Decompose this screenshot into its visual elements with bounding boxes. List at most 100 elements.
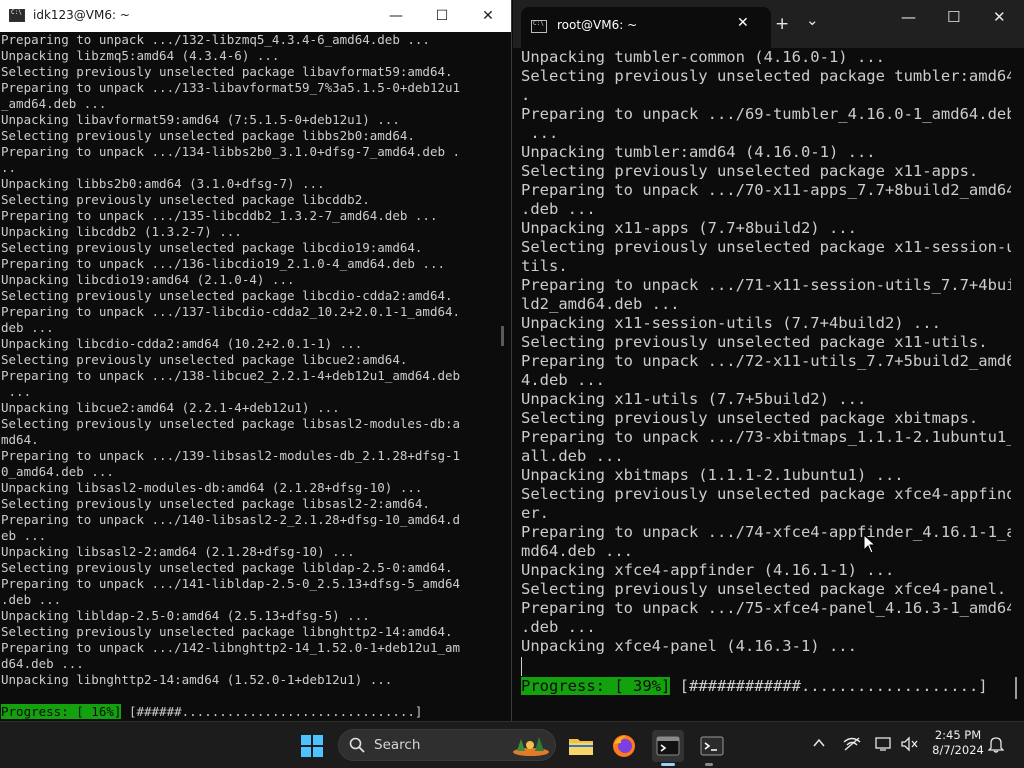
right-console-line: ... bbox=[521, 124, 559, 142]
left-console-line: Unpacking libzmq5:amd64 (4.3.4-6) ... bbox=[1, 48, 280, 63]
right-console-line: ld2_amd64.deb ... bbox=[521, 295, 680, 313]
right-progress-bar: [############...................] bbox=[679, 677, 988, 695]
left-progress-bar: [######...............................] bbox=[128, 704, 423, 719]
taskbar: Search 2:45 PM 8/7/2024 bbox=[0, 721, 1024, 768]
left-console-line: Unpacking libsasl2-modules-db:amd64 (2.1… bbox=[1, 480, 423, 495]
minimize-button[interactable]: — bbox=[373, 0, 419, 32]
close-button[interactable]: ✕ bbox=[993, 8, 1006, 26]
tab-dropdown-chevron-icon[interactable]: ⌄ bbox=[806, 11, 819, 29]
left-console-line: .deb ... bbox=[1, 592, 62, 607]
right-console-line: Preparing to unpack .../73-xbitmaps_1.1.… bbox=[521, 428, 1011, 446]
right-console-line: Preparing to unpack .../74-xfce4-appfind… bbox=[521, 523, 1011, 541]
right-console-line: Selecting previously unselected package … bbox=[521, 485, 1011, 503]
left-progress-line: Progress: [ 16%] [######................… bbox=[1, 704, 422, 720]
right-console-line: Preparing to unpack .../70-x11-apps_7.7+… bbox=[521, 181, 1011, 199]
windows-terminal-window[interactable]: root@VM6: ~ ✕ + ⌄ — ☐ ✕ Unpacking tumble… bbox=[513, 0, 1024, 721]
right-console-line: Unpacking tumbler:amd64 (4.16.0-1) ... bbox=[521, 143, 876, 161]
system-clock[interactable]: 2:45 PM 8/7/2024 bbox=[928, 728, 988, 758]
right-console-line: Preparing to unpack .../72-x11-utils_7.7… bbox=[521, 352, 1011, 370]
right-console-line: Unpacking xbitmaps (1.1.1-2.1ubuntu1) ..… bbox=[521, 466, 904, 484]
left-console-line: Unpacking libnghttp2-14:amd64 (1.52.0-1+… bbox=[1, 672, 393, 687]
minimize-button[interactable]: — bbox=[901, 8, 916, 26]
windows-start-icon[interactable] bbox=[296, 730, 328, 762]
right-console-line: .deb ... bbox=[521, 618, 596, 636]
active-app-indicator bbox=[661, 763, 675, 766]
firefox-icon[interactable] bbox=[608, 730, 640, 762]
terminal-icon[interactable] bbox=[652, 730, 684, 762]
right-console-line: Unpacking x11-utils (7.7+5build2) ... bbox=[521, 390, 867, 408]
left-console-line: Preparing to unpack .../139-libsasl2-mod… bbox=[1, 448, 461, 463]
clock-date: 8/7/2024 bbox=[932, 743, 984, 757]
right-console-line: Unpacking x11-apps (7.7+8build2) ... bbox=[521, 219, 857, 237]
right-console-line: er. bbox=[521, 504, 549, 522]
right-console-line: tils. bbox=[521, 257, 568, 275]
right-console-line: Selecting previously unselected package … bbox=[521, 238, 1011, 256]
search-icon bbox=[349, 737, 365, 753]
left-console-line: 0_amd64.deb ... bbox=[1, 464, 114, 479]
maximize-button[interactable]: ☐ bbox=[947, 8, 960, 26]
left-console-line: Preparing to unpack .../134-libbs2b0_3.1… bbox=[1, 144, 461, 159]
left-console-line: md64. bbox=[1, 432, 39, 447]
right-console-line: 4.deb ... bbox=[521, 371, 605, 389]
display-icon[interactable] bbox=[875, 736, 893, 752]
left-console-line: .. bbox=[1, 160, 17, 175]
terminal-tab-bar[interactable]: root@VM6: ~ ✕ + ⌄ — ☐ ✕ bbox=[513, 0, 1024, 48]
left-console-line: _amd64.deb ... bbox=[1, 96, 107, 111]
left-console-window[interactable]: idk123@VM6: ~ — ☐ ✕ Preparing to unpack … bbox=[0, 0, 512, 721]
network-icon[interactable] bbox=[843, 736, 861, 752]
left-window-titlebar[interactable]: idk123@VM6: ~ — ☐ ✕ bbox=[0, 0, 511, 32]
close-button[interactable]: ✕ bbox=[465, 0, 511, 32]
left-console-line: Selecting previously unselected package … bbox=[1, 496, 430, 511]
left-console-line: d64.deb ... bbox=[1, 656, 84, 671]
right-console-line: Unpacking xfce4-appfinder (4.16.1-1) ... bbox=[521, 561, 895, 579]
left-console-line: Selecting previously unselected package … bbox=[1, 352, 408, 367]
file-explorer-icon[interactable] bbox=[565, 730, 597, 762]
right-console-line: Unpacking x11-session-utils (7.7+4build2… bbox=[521, 314, 941, 332]
left-console-line: Unpacking libcdio-cdda2:amd64 (10.2+2.0.… bbox=[1, 336, 363, 351]
left-console-line: eb ... bbox=[1, 528, 47, 543]
left-console-line: Preparing to unpack .../142-libnghttp2-1… bbox=[1, 640, 461, 655]
new-tab-button[interactable]: + bbox=[775, 14, 789, 34]
left-console-line: Selecting previously unselected package … bbox=[1, 624, 453, 639]
right-console-line: Selecting previously unselected package … bbox=[521, 67, 1011, 85]
tab-close-icon[interactable]: ✕ bbox=[737, 15, 749, 31]
console-app-icon bbox=[9, 9, 25, 22]
left-console-line: Unpacking libcue2:amd64 (2.2.1-4+deb12u1… bbox=[1, 400, 340, 415]
left-console-line: ... bbox=[1, 384, 32, 399]
clock-time: 2:45 PM bbox=[934, 728, 982, 742]
right-progress-line: Progress: [ 39%] [############..........… bbox=[521, 677, 988, 696]
search-placeholder: Search bbox=[374, 737, 421, 753]
right-console-line: md64.deb ... bbox=[521, 542, 633, 560]
notification-bell-icon[interactable] bbox=[988, 735, 1004, 753]
right-scrollbar-thumb[interactable] bbox=[1015, 677, 1017, 699]
taskbar-search-box[interactable]: Search bbox=[338, 729, 556, 761]
left-console-line: Unpacking libldap-2.5-0:amd64 (2.5.13+df… bbox=[1, 608, 370, 623]
left-scrollbar-thumb[interactable] bbox=[501, 326, 504, 346]
left-console-output[interactable]: Preparing to unpack .../132-libzmq5_4.3.… bbox=[1, 32, 491, 720]
left-window-title: idk123@VM6: ~ bbox=[33, 8, 130, 22]
left-console-line: Selecting previously unselected package … bbox=[1, 64, 453, 79]
volume-icon[interactable] bbox=[900, 736, 918, 752]
left-console-line: Preparing to unpack .../138-libcue2_2.2.… bbox=[1, 368, 461, 383]
right-console-line: Preparing to unpack .../69-tumbler_4.16.… bbox=[521, 105, 1011, 123]
right-console-line: . bbox=[521, 86, 531, 104]
right-console-line: Preparing to unpack .../75-xfce4-panel_4… bbox=[521, 599, 1011, 617]
left-console-line: Unpacking libavformat59:amd64 (7:5.1.5-0… bbox=[1, 112, 400, 127]
left-console-line: Selecting previously unselected package … bbox=[1, 240, 423, 255]
left-console-line: Preparing to unpack .../140-libsasl2-2_2… bbox=[1, 512, 461, 527]
tab-root-vm6[interactable]: root@VM6: ~ ✕ bbox=[521, 7, 771, 48]
right-console-line: Unpacking tumbler-common (4.16.0-1) ... bbox=[521, 48, 885, 66]
left-console-line: Preparing to unpack .../132-libzmq5_4.3.… bbox=[1, 32, 430, 47]
right-console-line: Preparing to unpack .../71-x11-session-u… bbox=[521, 276, 1011, 294]
right-console-output[interactable]: Unpacking tumbler-common (4.16.0-1) ... S… bbox=[521, 48, 1011, 696]
chevron-up-icon[interactable] bbox=[813, 738, 825, 748]
left-console-line: Preparing to unpack .../137-libcdio-cdda… bbox=[1, 304, 461, 319]
terminal-icon-2[interactable] bbox=[696, 730, 728, 762]
right-console-line: .deb ... bbox=[521, 200, 596, 218]
left-console-line: Unpacking libcdio19:amd64 (2.1.0-4) ... bbox=[1, 272, 295, 287]
left-console-line: Unpacking libcddb2 (1.3.2-7) ... bbox=[1, 224, 242, 239]
left-console-line: Selecting previously unselected package … bbox=[1, 288, 453, 303]
right-progress-label: Progress: [ 39%] bbox=[521, 677, 671, 695]
left-console-line: Unpacking libsasl2-2:amd64 (2.1.28+dfsg-… bbox=[1, 544, 355, 559]
maximize-button[interactable]: ☐ bbox=[419, 0, 465, 32]
